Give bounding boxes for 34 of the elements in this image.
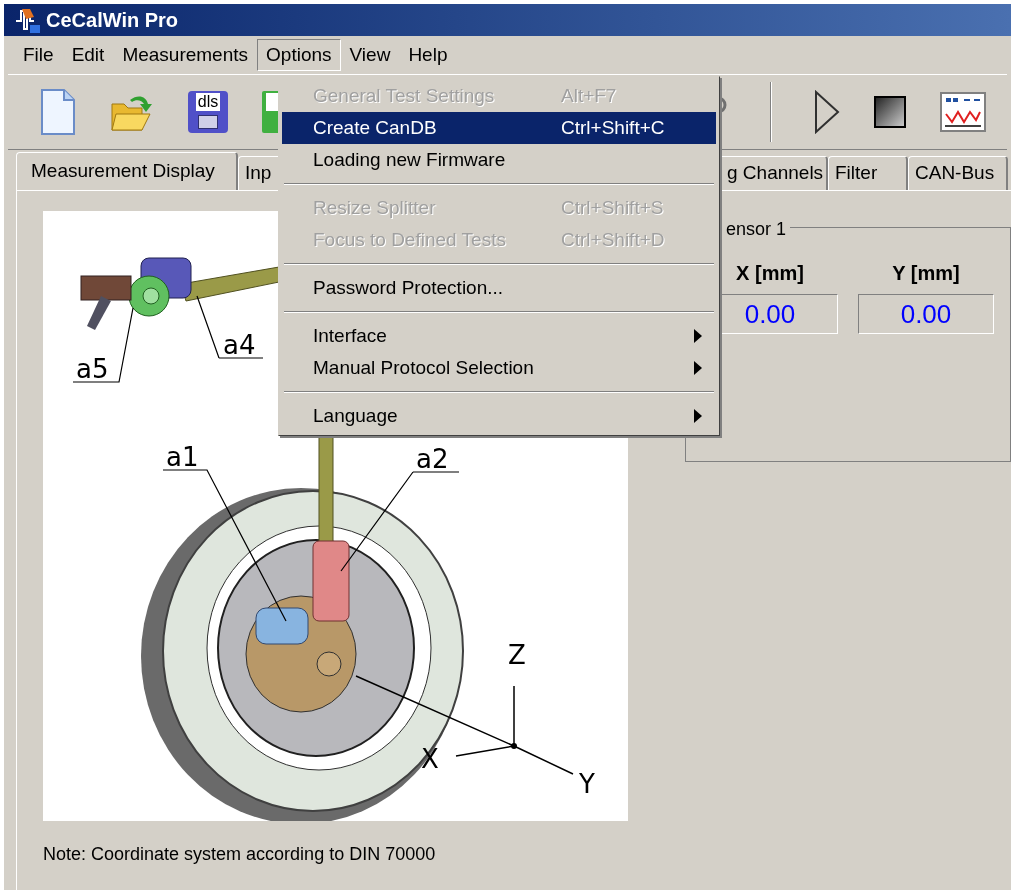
app-logo-icon — [14, 7, 40, 33]
tab[interactable]: CAN-Bus — [908, 156, 1008, 190]
part-label: a5 — [76, 354, 109, 384]
menu-option[interactable]: Language — [282, 400, 716, 432]
chart-window-icon[interactable] — [940, 92, 986, 132]
axis-label: X — [421, 744, 439, 774]
axis-label: Z — [508, 640, 526, 670]
stop-icon[interactable] — [874, 96, 906, 128]
menu-item[interactable]: Measurements — [113, 39, 258, 71]
part-label: a4 — [223, 330, 256, 360]
menu-item[interactable]: File — [14, 39, 63, 71]
menu-option[interactable]: Create CanDB Ctrl+Shift+C — [282, 112, 716, 144]
menu-item[interactable]: Edit — [62, 39, 114, 71]
new-document-icon[interactable] — [40, 88, 76, 136]
tab[interactable]: Measurement Display — [16, 152, 238, 190]
leader-line — [196, 295, 264, 359]
column-header: Y [mm] — [892, 261, 960, 286]
part-label: a2 — [416, 444, 449, 474]
window-title: CeCalWin Pro — [46, 8, 179, 33]
note-text: Note: Coordinate system according to DIN 70000 — [43, 843, 437, 866]
disk-label: dls — [195, 93, 221, 111]
value-display: 0.00 — [858, 294, 994, 334]
menu-item[interactable]: View — [340, 39, 400, 71]
column-header: X [mm] — [736, 261, 804, 286]
submenu-arrow-icon — [694, 329, 702, 343]
play-icon[interactable] — [814, 90, 840, 134]
submenu-arrow-icon — [694, 361, 702, 375]
tab[interactable]: Filter — [828, 156, 908, 190]
submenu-arrow-icon — [694, 409, 702, 423]
part-label: a1 — [166, 442, 199, 472]
menu-item[interactable]: Options — [257, 39, 341, 71]
menu-option[interactable]: Manual Protocol Selection — [282, 352, 716, 384]
axis-label: Y — [579, 769, 595, 799]
menu-item[interactable]: Help — [399, 39, 457, 71]
